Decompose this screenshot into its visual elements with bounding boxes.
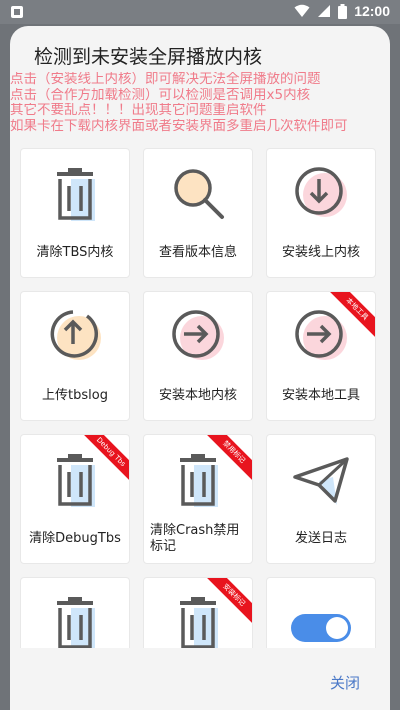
card-label: 安装本地工具 [281,388,360,403]
install-online-kernel-button[interactable]: 安装线上内核 [266,148,376,278]
magnifier-icon [174,169,224,219]
trash-icon [57,168,95,221]
action-grid: 清除TBS内核 查看版本信息 安装线上内核 上传tbslog 安装本地内核 本地… [20,148,380,708]
view-version-info-button[interactable]: 查看版本信息 [143,148,253,278]
trash-icon [180,454,218,507]
app-notification-icon [11,6,23,18]
download-arrow-icon [295,167,347,217]
install-local-tool-button[interactable]: 本地工具 安装本地工具 [266,291,376,421]
signal-icon [318,5,331,17]
install-local-kernel-button[interactable]: 安装本地内核 [143,291,253,421]
wifi-icon [294,4,310,17]
send-log-button[interactable]: 发送日志 [266,434,376,564]
status-bar: 12:00 [0,0,400,24]
card-label: 上传tbslog [42,388,108,403]
dialog-title: 检测到未安装全屏播放内核 [34,46,263,68]
clock: 12:00 [354,3,390,19]
notice-line: 点击（安装线上内核）即可解决无法全屏播放的问题 [10,72,321,87]
trash-icon [57,597,95,650]
clear-tbs-kernel-button[interactable]: 清除TBS内核 [20,148,130,278]
notice-line: 其它不要乱点！！！出现其它问题重启软件 [10,103,267,118]
card-label: 安装本地内核 [158,388,237,403]
trash-icon [180,597,218,650]
card-label: 安装线上内核 [281,245,360,260]
notice-text: 点击（安装线上内核）即可解决无法全屏播放的问题 点击（合作方加载检测）可以检测是… [10,72,390,134]
card-label: 清除TBS内核 [36,245,114,260]
clear-debugtbs-button[interactable]: Debug Tbs 清除DebugTbs [20,434,130,564]
card-label: 清除Crash禁用标记 [150,523,240,554]
upload-tbslog-button[interactable]: 上传tbslog [20,291,130,421]
battery-icon [338,3,348,19]
notice-line: 如果卡在下载内核界面或者安装界面多重启几次软件即可 [10,118,348,134]
right-arrow-circle-icon [172,310,224,360]
kernel-dialog: 检测到未安装全屏播放内核 点击（安装线上内核）即可解决无法全屏播放的问题 点击（… [10,26,390,710]
right-arrow-circle-icon [295,310,347,360]
upload-arrow-icon [50,310,101,360]
dialog-footer: 关闭 [10,648,390,710]
paper-plane-icon [293,457,349,505]
card-label: 清除DebugTbs [29,531,121,546]
card-label: 查看版本信息 [158,245,237,260]
close-button[interactable]: 关闭 [330,672,360,693]
card-label: 发送日志 [294,531,347,546]
trash-icon [57,454,95,507]
clear-crash-disable-flag-button[interactable]: 禁用标记 清除Crash禁用标记 [143,434,253,564]
notice-line: 点击（合作方加载检测）可以检测是否调用x5内核 [10,87,311,103]
